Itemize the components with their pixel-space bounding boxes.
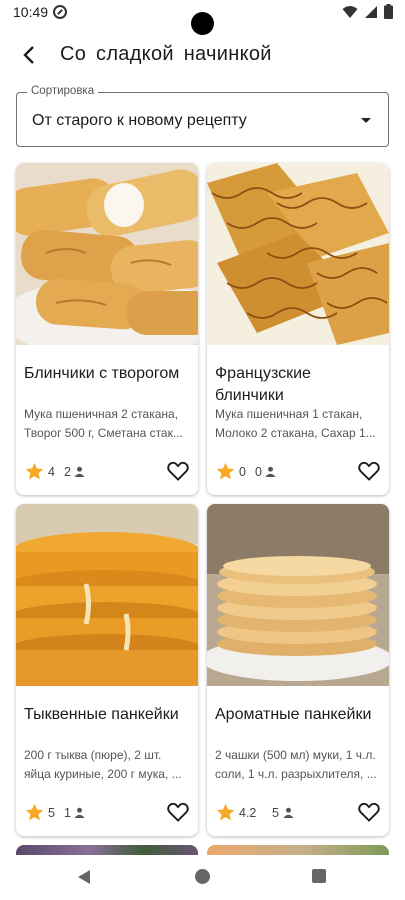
recipe-card[interactable]: Тыквенные панкейки 200 г тыква (пюре), 2… [16,504,198,836]
star-icon [216,803,235,821]
card-footer: 4.2 5 [215,802,381,824]
ratings-count: 0 [255,465,262,479]
recipe-image [16,504,198,686]
card-footer: 4 2 [24,461,190,483]
favorite-button[interactable] [166,800,190,824]
recipe-ingredients: Мука пшеничная 2 стакана, Творог 500 г, … [24,407,183,440]
star-icon [25,462,44,480]
recipe-card[interactable]: Блинчики с творогом Мука пшеничная 2 ста… [16,163,198,495]
system-navigation-bar [0,855,405,900]
nav-recents-icon[interactable] [312,869,326,883]
person-icon [265,466,276,477]
arrow-back-icon [23,46,34,64]
rating-value: 5 [48,806,55,820]
nav-home-icon[interactable] [195,869,210,884]
recipe-card[interactable]: Ароматные панкейки 2 чашки (500 мл) муки… [207,504,389,836]
recipe-title: Тыквенные панкейки [24,706,179,723]
recipe-ingredients: 200 г тыква (пюре), 2 шт. яйца куриные, … [24,748,182,781]
status-bar: 10:49 [0,0,405,35]
back-button[interactable] [14,40,44,70]
favorite-button[interactable] [357,800,381,824]
sort-label: Сортировка [27,85,99,97]
recipe-card[interactable]: Французские блинчики Мука пшеничная 1 ст… [207,163,389,495]
person-icon [283,807,294,818]
nav-back-icon[interactable] [76,869,92,885]
app-bar: Со сладкой начинкой [0,30,405,80]
favorite-button[interactable] [357,459,381,483]
favorite-button[interactable] [166,459,190,483]
ratings-count: 2 [64,465,71,479]
page-title: Со сладкой начинкой [60,43,272,65]
recipe-image [207,504,389,686]
star-icon [25,803,44,821]
recipe-title: Ароматные панкейки [215,706,372,723]
battery-icon [384,4,393,19]
signal-icon [365,5,377,18]
recipe-image [207,163,389,345]
do-not-disturb-icon [53,5,67,19]
person-icon [74,466,85,477]
rating-value: 4.2 [239,806,257,820]
card-footer: 0 0 [215,461,381,483]
dropdown-arrow-icon [361,118,371,123]
recipe-ingredients: Мука пшеничная 1 стакан, Молоко 2 стакан… [215,407,376,440]
recipe-ingredients: 2 чашки (500 мл) муки, 1 ч.л. соли, 1 ч.… [215,748,377,781]
star-icon [216,462,235,480]
recipe-image [16,163,198,345]
card-footer: 5 1 [24,802,190,824]
status-time: 10:49 [13,4,49,20]
ratings-count: 1 [64,806,71,820]
rating-value: 4 [48,465,55,479]
person-icon [74,807,85,818]
wifi-icon [342,5,358,18]
recipe-title: Французские блинчики [215,365,311,404]
ratings-count: 5 [272,806,279,820]
sort-dropdown[interactable]: Сортировка От старого к новому рецепту [16,85,389,147]
recipe-title: Блинчики с творогом [24,365,180,382]
sort-value: От старого к новому рецепту [32,112,247,129]
rating-value: 0 [239,465,246,479]
status-icons [342,4,393,19]
